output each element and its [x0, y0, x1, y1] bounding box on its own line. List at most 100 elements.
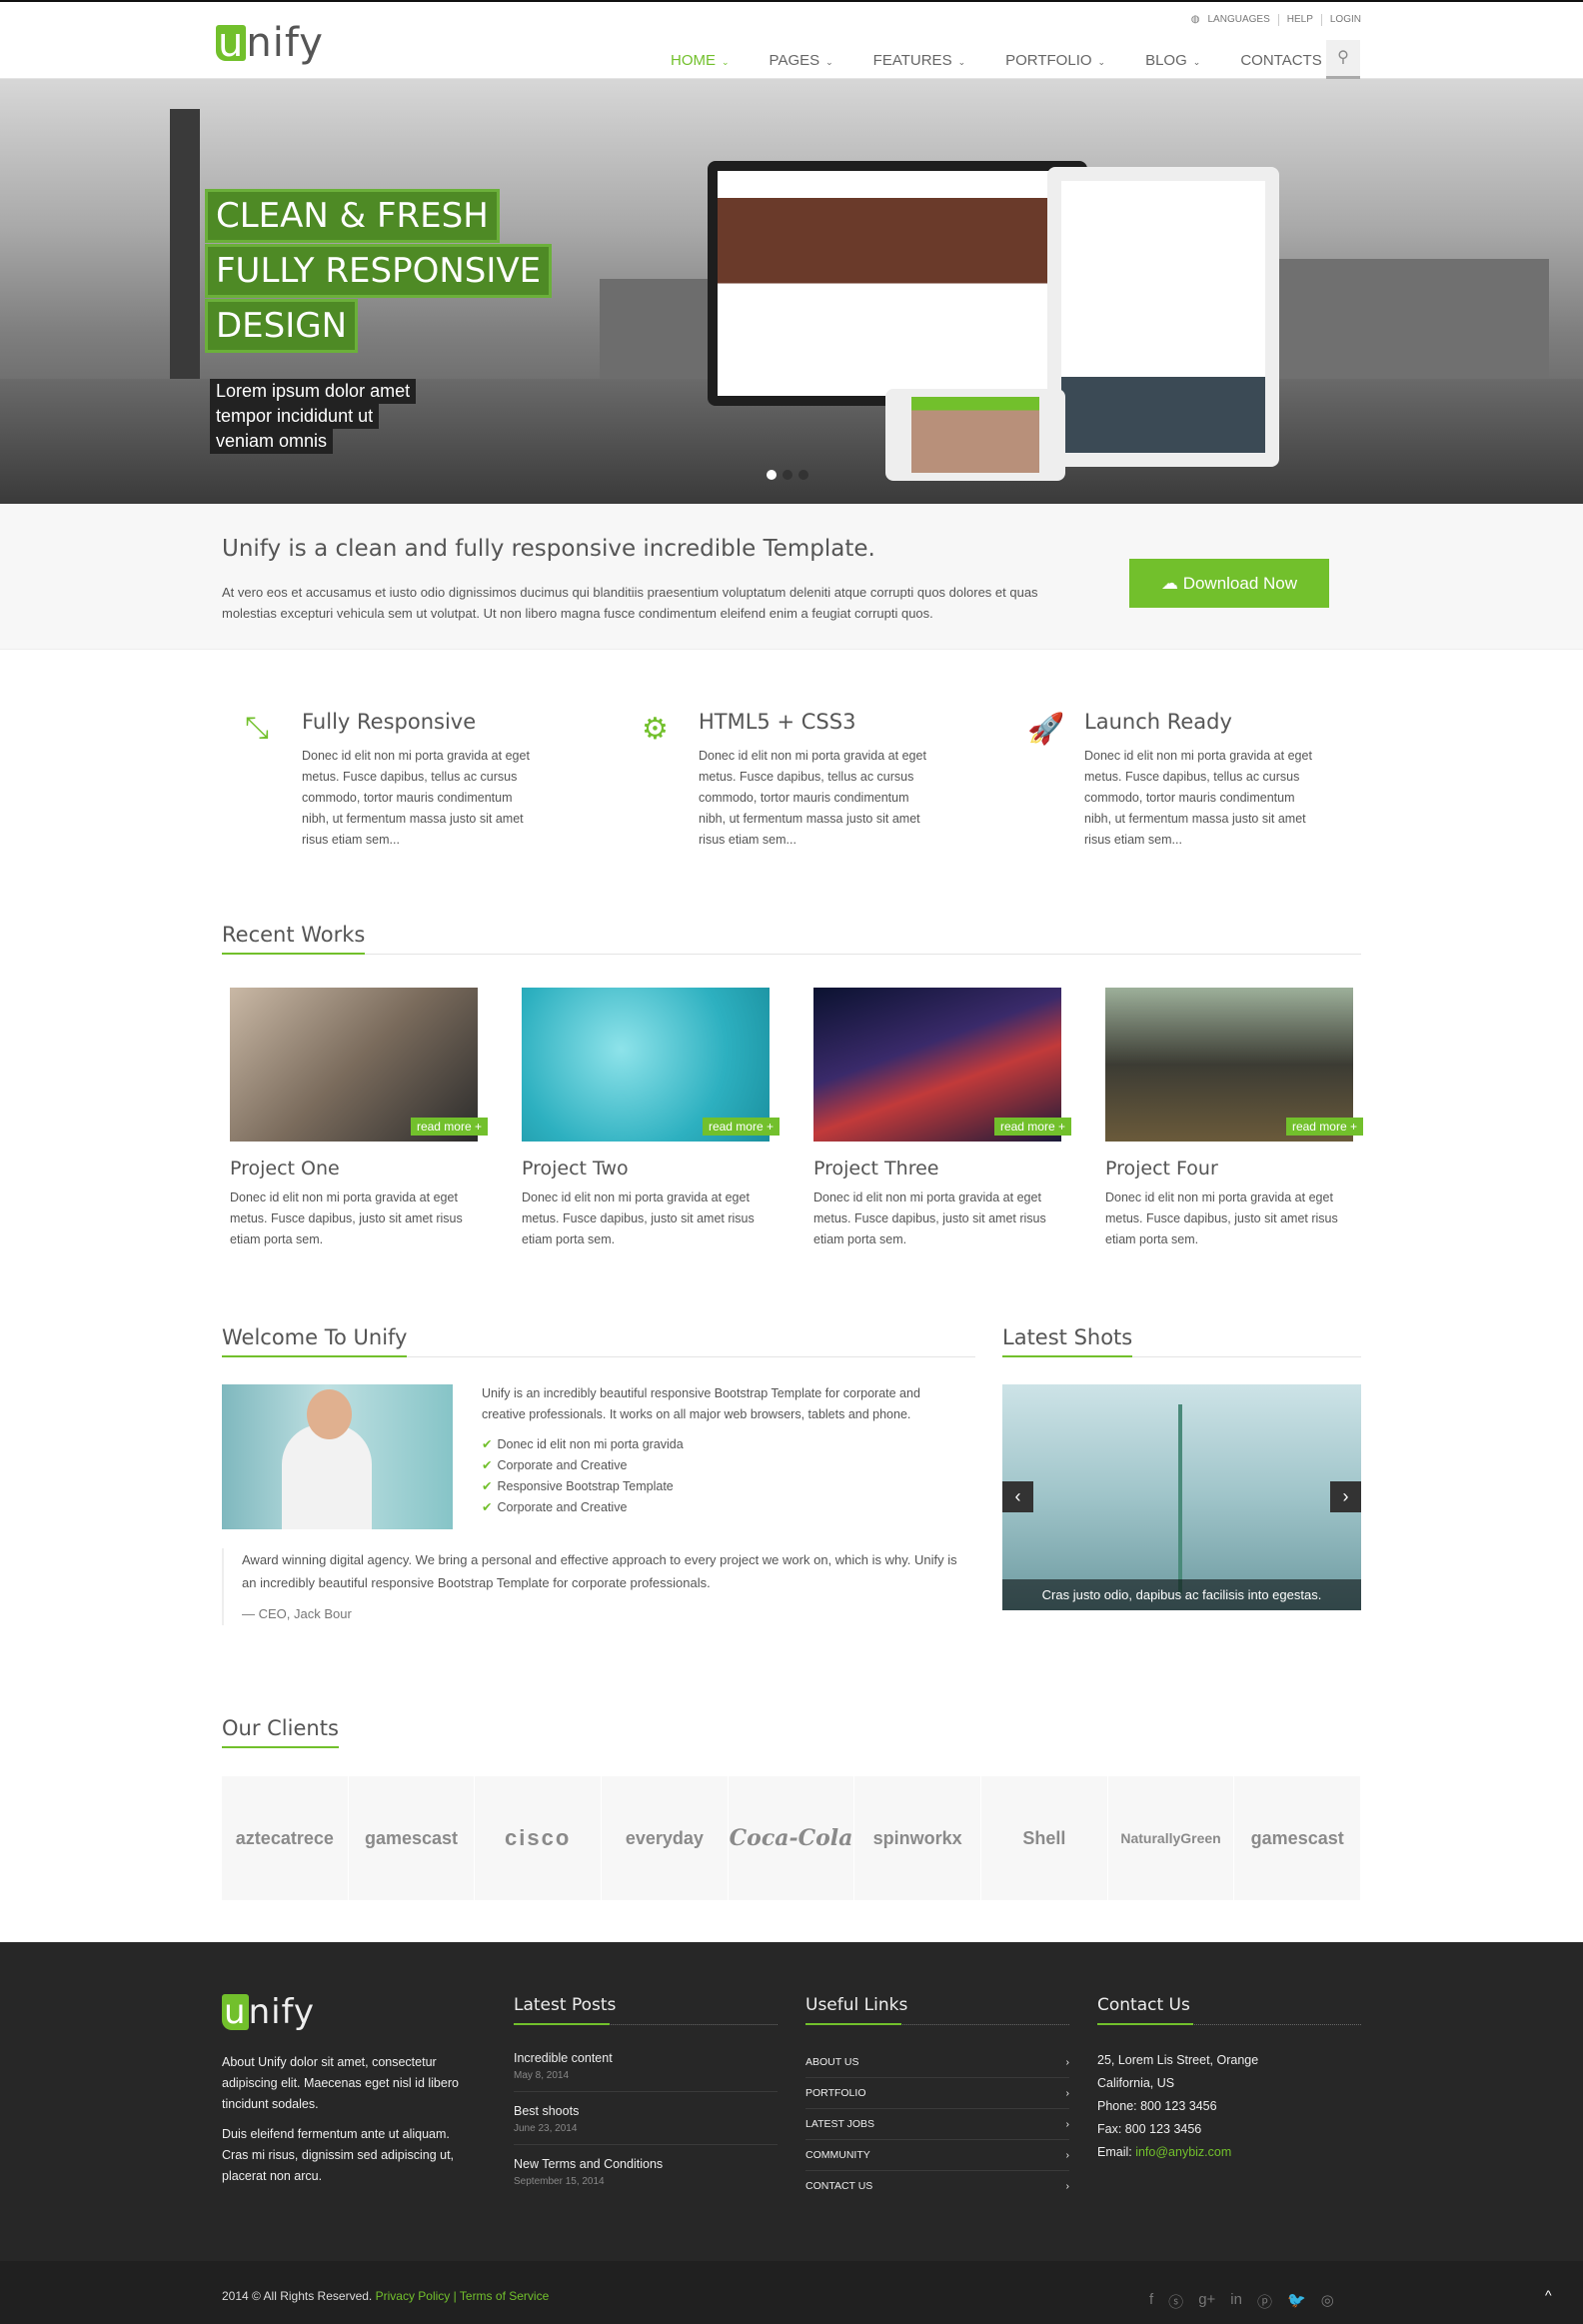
- post-item[interactable]: New Terms and Conditions September 15, 20…: [514, 2145, 778, 2197]
- twitter-icon[interactable]: 🐦: [1287, 2291, 1306, 2312]
- project-text: Donec id elit non mi porta gravida at eg…: [230, 1190, 463, 1246]
- hero-subcaption: tempor incididunt ut: [210, 404, 380, 429]
- dribbble-icon[interactable]: ◎: [1321, 2291, 1334, 2312]
- client-logo[interactable]: cisco: [475, 1776, 603, 1900]
- list-item: ✔ Corporate and Creative: [482, 1458, 628, 1472]
- help-link[interactable]: HELP: [1287, 14, 1313, 26]
- hero-subcaption: Lorem ipsum dolor amet: [210, 379, 417, 404]
- project-image[interactable]: read more +: [522, 988, 780, 1142]
- google-plus-icon[interactable]: g+: [1198, 2291, 1215, 2312]
- header: unify ◍ LANGUAGES HELP LOGIN HOME ⌄ PAGES…: [0, 0, 1583, 85]
- list-item: ✔ Responsive Bootstrap Template: [482, 1479, 674, 1493]
- check-icon: ✔: [482, 1458, 493, 1472]
- promo-title: Unify is a clean and fully responsive in…: [222, 536, 875, 562]
- linkedin-icon[interactable]: in: [1230, 2291, 1242, 2312]
- list-item: ✔ Donec id elit non mi porta gravida: [482, 1437, 684, 1451]
- chevron-right-icon: ›: [1065, 2149, 1070, 2161]
- footer-logo[interactable]: unify: [222, 1992, 315, 2032]
- read-more-link[interactable]: read more +: [993, 1118, 1071, 1136]
- carousel-next-button[interactable]: ›: [1330, 1481, 1361, 1512]
- ceo-photo: [222, 1384, 453, 1529]
- footer-link[interactable]: ABOUT US ›: [805, 2047, 1069, 2078]
- read-more-link[interactable]: read more +: [702, 1118, 780, 1136]
- search-button[interactable]: ⚲: [1326, 40, 1360, 79]
- project-title[interactable]: Project Three: [813, 1158, 1065, 1179]
- slide-dot[interactable]: [798, 470, 808, 480]
- feature-title: Fully Responsive: [302, 710, 477, 734]
- contact-info: 25, Lorem Lis Street, Orange California, …: [1097, 2053, 1259, 2159]
- column-image: [170, 109, 200, 389]
- footer-link[interactable]: COMMUNITY ›: [805, 2140, 1069, 2171]
- skype-icon[interactable]: ⓢ: [1168, 2291, 1183, 2312]
- latest-shots-headline: Latest Shots: [1002, 1324, 1361, 1357]
- project-text: Donec id elit non mi porta gravida at eg…: [1105, 1190, 1338, 1246]
- section-title: Recent Works: [222, 922, 366, 955]
- section-title: Our Clients: [222, 1715, 339, 1748]
- footer-link[interactable]: LATEST JOBS ›: [805, 2109, 1069, 2140]
- topbar: ◍ LANGUAGES HELP LOGIN: [1191, 14, 1361, 26]
- post-item[interactable]: Incredible content May 8, 2014: [514, 2039, 778, 2092]
- client-logo[interactable]: aztecatrece: [222, 1776, 349, 1900]
- feature-title: HTML5 + CSS3: [699, 710, 856, 734]
- back-to-top-icon[interactable]: ^: [1545, 2287, 1552, 2303]
- project-text: Donec id elit non mi porta gravida at eg…: [522, 1190, 755, 1246]
- project-image[interactable]: read more +: [1105, 988, 1363, 1142]
- post-item[interactable]: Best shoots June 23, 2014: [514, 2092, 778, 2145]
- footer-link[interactable]: CONTACT US ›: [805, 2171, 1069, 2201]
- phone-mockup: [885, 389, 1065, 481]
- email-link[interactable]: info@anybiz.com: [1135, 2145, 1231, 2159]
- client-logo[interactable]: NaturallyGreen: [1108, 1776, 1235, 1900]
- blockquote: Award winning digital agency. We bring a…: [222, 1548, 961, 1625]
- languages-link[interactable]: LANGUAGES: [1208, 14, 1270, 26]
- chevron-down-icon: ⌄: [1097, 57, 1106, 67]
- check-icon: ✔: [482, 1500, 493, 1514]
- project-card: read more + Project Two Donec id elit no…: [522, 988, 780, 1250]
- footer-heading: Latest Posts: [514, 1995, 778, 2025]
- client-logo[interactable]: gamescast: [349, 1776, 476, 1900]
- project-title[interactable]: Project Four: [1105, 1158, 1357, 1179]
- client-logo[interactable]: spinworkx: [854, 1776, 982, 1900]
- laptop-mockup: [708, 161, 1087, 406]
- client-logo[interactable]: Shell: [981, 1776, 1108, 1900]
- rocket-icon: 🚀: [1027, 713, 1065, 746]
- read-more-link[interactable]: read more +: [1285, 1118, 1363, 1136]
- client-logo[interactable]: gamescast: [1234, 1776, 1362, 1900]
- project-title[interactable]: Project One: [230, 1158, 482, 1179]
- welcome-paragraph: Unify is an incredibly beautiful respons…: [482, 1386, 920, 1421]
- about-text: About Unify dolor sit amet, consectetur …: [222, 2055, 459, 2111]
- project-card: read more + Project Three Donec id elit …: [813, 988, 1071, 1250]
- client-logo[interactable]: everyday: [602, 1776, 729, 1900]
- logo[interactable]: unify: [216, 20, 324, 66]
- slide-dot[interactable]: [783, 470, 792, 480]
- carousel-prev-button[interactable]: ‹: [1002, 1481, 1033, 1512]
- check-icon: ✔: [482, 1437, 493, 1451]
- chevron-down-icon: ⌄: [825, 57, 833, 67]
- terms-link[interactable]: Terms of Service: [460, 2289, 549, 2303]
- slide-dot[interactable]: [767, 470, 777, 480]
- feature-text: Donec id elit non mi porta gravida at eg…: [699, 749, 926, 847]
- hero-caption: CLEAN & FRESH: [205, 189, 500, 243]
- project-title[interactable]: Project Two: [522, 1158, 774, 1179]
- project-image[interactable]: read more +: [813, 988, 1071, 1142]
- client-logo[interactable]: Coca-Cola: [729, 1776, 855, 1900]
- read-more-link[interactable]: read more +: [410, 1118, 488, 1136]
- copyright: 2014 © All Rights Reserved. Privacy Poli…: [222, 2289, 550, 2303]
- footer: unify About Unify dolor sit amet, consec…: [0, 1942, 1583, 2261]
- footer-heading: Useful Links: [805, 1995, 1069, 2025]
- hero-slider: CLEAN & FRESH FULLY RESPONSIVE DESIGN Lo…: [0, 79, 1583, 504]
- feature-text: Donec id elit non mi porta gravida at eg…: [1084, 749, 1312, 847]
- pinterest-icon[interactable]: ⓟ: [1257, 2291, 1272, 2312]
- chevron-down-icon: ⌄: [722, 57, 730, 67]
- slider-dots: [767, 470, 808, 480]
- project-image[interactable]: read more +: [230, 988, 488, 1142]
- facebook-icon[interactable]: f: [1149, 2291, 1153, 2312]
- latest-posts: Latest Posts Incredible content May 8, 20…: [514, 1995, 778, 2197]
- feature-title: Launch Ready: [1084, 710, 1232, 734]
- download-now-button[interactable]: ☁ Download Now: [1129, 559, 1329, 608]
- privacy-policy-link[interactable]: Privacy Policy: [376, 2289, 451, 2303]
- hero-caption: DESIGN: [205, 299, 359, 353]
- carousel-caption: Cras justo odio, dapibus ac facilisis in…: [1002, 1579, 1361, 1610]
- clients-headline: Our Clients: [222, 1715, 1361, 1748]
- footer-link[interactable]: PORTFOLIO ›: [805, 2078, 1069, 2109]
- login-link[interactable]: LOGIN: [1330, 14, 1361, 26]
